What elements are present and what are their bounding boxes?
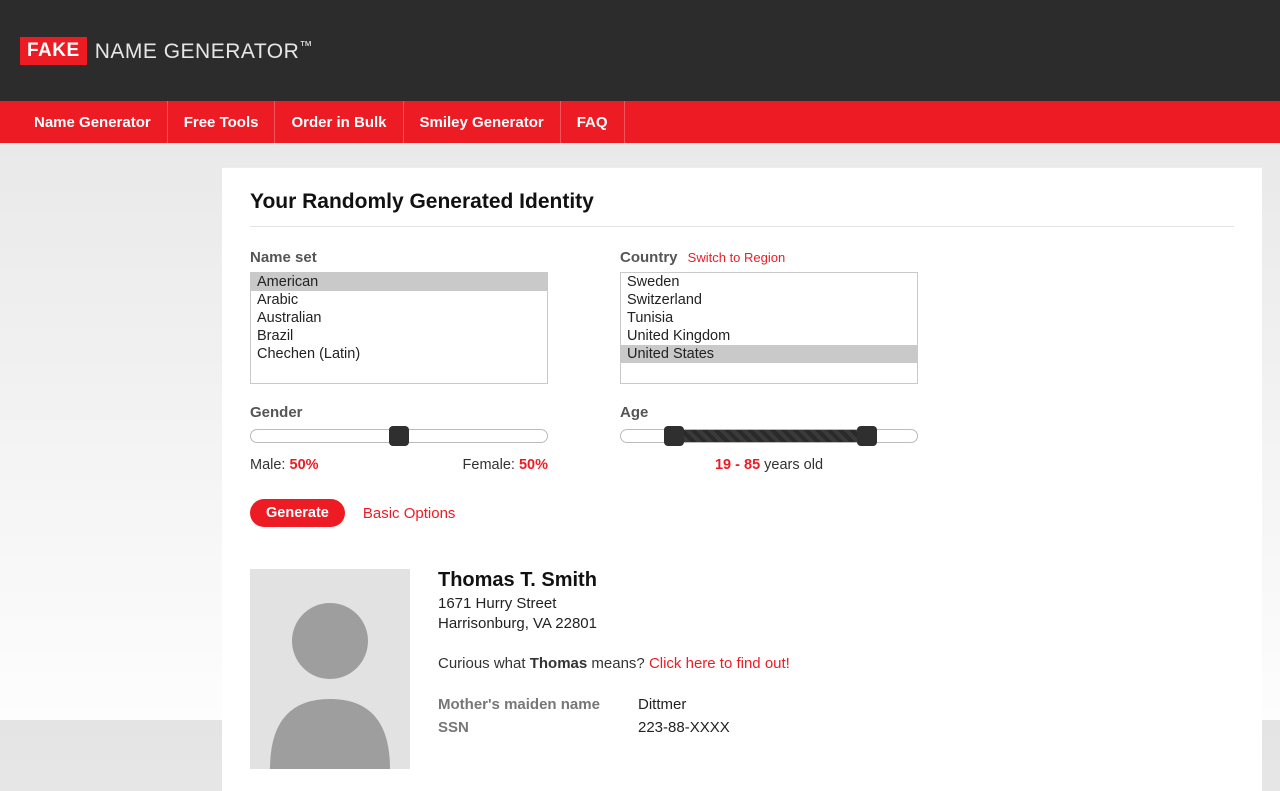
country-option[interactable]: Sweden	[621, 273, 917, 291]
nav-faq[interactable]: FAQ	[561, 101, 625, 143]
gender-readout: Male: 50% Female: 50%	[250, 457, 548, 473]
page-title: Your Randomly Generated Identity	[250, 190, 1234, 227]
country-option[interactable]: Switzerland	[621, 291, 917, 309]
detail-row: Mother's maiden name Dittmer	[438, 696, 790, 713]
nameset-option[interactable]: Chechen (Latin)	[251, 345, 547, 363]
name-meaning-prompt: Curious what Thomas means? Click here to…	[438, 655, 790, 672]
age-slider-max-handle[interactable]	[857, 426, 877, 446]
detail-value: 223-88-XXXX	[638, 719, 730, 736]
nav-name-generator[interactable]: Name Generator	[18, 101, 168, 143]
nameset-listbox[interactable]: American Arabic Australian Brazil Cheche…	[250, 272, 548, 384]
top-bar: FAKE NAME GENERATOR™	[0, 0, 1280, 101]
switch-region-link[interactable]: Switch to Region	[688, 250, 786, 265]
gender-slider[interactable]	[250, 429, 548, 443]
nav-free-tools[interactable]: Free Tools	[168, 101, 276, 143]
nameset-option[interactable]: Arabic	[251, 291, 547, 309]
country-option[interactable]: United States	[621, 345, 917, 363]
logo-text: NAME GENERATOR™	[95, 38, 313, 64]
identity-name: Thomas T. Smith	[438, 569, 790, 592]
identity-street: 1671 Hurry Street	[438, 594, 790, 614]
generate-button[interactable]: Generate	[250, 499, 345, 527]
country-listbox[interactable]: Sweden Switzerland Tunisia United Kingdo…	[620, 272, 918, 384]
detail-value: Dittmer	[638, 696, 686, 713]
name-meaning-link[interactable]: Click here to find out!	[649, 655, 790, 672]
detail-row: SSN 223-88-XXXX	[438, 719, 790, 736]
nameset-option[interactable]: American	[251, 273, 547, 291]
detail-key: Mother's maiden name	[438, 696, 638, 713]
avatar-silhouette-icon	[250, 569, 410, 769]
age-slider-fill	[674, 430, 866, 442]
age-readout: 19 - 85 years old	[620, 457, 918, 473]
age-slider-min-handle[interactable]	[664, 426, 684, 446]
country-option[interactable]: United Kingdom	[621, 327, 917, 345]
nameset-label: Name set	[250, 249, 570, 266]
nav-smiley-generator[interactable]: Smiley Generator	[404, 101, 561, 143]
nav-bar: Name Generator Free Tools Order in Bulk …	[0, 101, 1280, 143]
gender-label: Gender	[250, 404, 570, 421]
identity-info: Thomas T. Smith 1671 Hurry Street Harris…	[438, 569, 790, 742]
nameset-option[interactable]: Australian	[251, 309, 547, 327]
detail-key: SSN	[438, 719, 638, 736]
nav-order-bulk[interactable]: Order in Bulk	[275, 101, 403, 143]
nameset-option[interactable]: Brazil	[251, 327, 547, 345]
avatar	[250, 569, 410, 769]
gender-slider-handle[interactable]	[389, 426, 409, 446]
country-option[interactable]: Tunisia	[621, 309, 917, 327]
age-slider[interactable]	[620, 429, 918, 443]
country-label: Country Switch to Region	[620, 249, 940, 266]
main-panel: Your Randomly Generated Identity Name se…	[222, 167, 1262, 791]
basic-options-link[interactable]: Basic Options	[363, 505, 456, 522]
logo-badge: FAKE	[20, 37, 87, 65]
identity-citystate: Harrisonburg, VA 22801	[438, 614, 790, 634]
age-label: Age	[620, 404, 940, 421]
